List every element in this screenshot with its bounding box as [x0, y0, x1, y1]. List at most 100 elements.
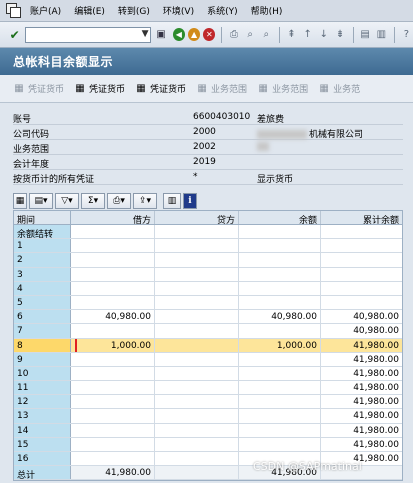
cell-cumulative[interactable]: 41,980.00 — [321, 353, 402, 366]
cell-period[interactable]: 11 — [14, 381, 71, 395]
cell-balance[interactable]: 40,980.00 — [239, 310, 321, 324]
chevron-down-icon[interactable]: ▼ — [142, 29, 149, 39]
cell-balance[interactable] — [239, 437, 321, 451]
cell-cumulative[interactable]: 41,980.00 — [321, 381, 402, 394]
cell-cumulative[interactable] — [321, 239, 402, 252]
cell-balance[interactable] — [239, 409, 321, 423]
cell-debit[interactable] — [71, 395, 155, 409]
cell-balance[interactable] — [239, 366, 321, 381]
cell-credit[interactable] — [155, 452, 239, 466]
cell-debit[interactable] — [71, 295, 155, 310]
table-row[interactable]: 7 40,980.00 — [14, 324, 402, 339]
cell-credit[interactable] — [155, 466, 239, 480]
cell-period[interactable]: 4 — [14, 281, 71, 295]
table-row[interactable]: 2 — [14, 253, 402, 268]
cell-debit[interactable] — [71, 281, 155, 295]
cell-balance[interactable] — [239, 253, 321, 267]
cell-cumulative[interactable] — [321, 253, 402, 266]
cell-credit[interactable] — [155, 395, 239, 409]
table-row[interactable]: 4 — [14, 281, 402, 296]
cell-credit[interactable] — [155, 267, 239, 281]
cell-period[interactable]: 15 — [14, 437, 71, 451]
cell-debit[interactable] — [71, 409, 155, 423]
last-page-icon[interactable]: ⇟ — [333, 28, 346, 42]
cell-balance[interactable] — [239, 239, 321, 253]
cell-cumulative[interactable]: 41,980.00 — [321, 409, 402, 422]
cell-debit[interactable] — [71, 324, 155, 338]
cell-cumulative[interactable] — [321, 225, 402, 238]
save-icon[interactable]: ▣ — [155, 28, 168, 42]
command-field[interactable]: ▼ — [25, 26, 151, 43]
cell-cumulative[interactable]: 41,980.00 — [321, 424, 402, 437]
table-row[interactable]: 14 41,980.00 — [14, 423, 402, 438]
cell-period[interactable]: 12 — [14, 395, 71, 409]
help-icon[interactable]: ? — [400, 28, 413, 42]
table-row[interactable]: 13 41,980.00 — [14, 409, 402, 424]
cell-balance[interactable] — [239, 381, 321, 395]
shortcut-icon[interactable]: ▥ — [375, 28, 388, 42]
cell-debit[interactable] — [71, 267, 155, 281]
table-row[interactable]: 8 1,000.00 1,000.00 41,980.00 — [14, 338, 402, 353]
cell-period[interactable]: 9 — [14, 352, 71, 366]
table-row[interactable]: 1 — [14, 239, 402, 254]
menu-help[interactable]: 帮助(H) — [251, 4, 283, 17]
cell-debit[interactable] — [71, 352, 155, 366]
cell-debit[interactable] — [71, 239, 155, 253]
cell-credit[interactable] — [155, 324, 239, 338]
cell-cumulative[interactable]: 40,980.00 — [321, 310, 402, 323]
cell-period[interactable]: 10 — [14, 366, 71, 381]
cell-cumulative[interactable]: 41,980.00 — [321, 395, 402, 408]
cell-balance[interactable] — [239, 395, 321, 409]
cell-balance[interactable] — [239, 225, 321, 239]
cell-credit[interactable] — [155, 295, 239, 310]
cell-period[interactable]: 8 — [14, 338, 71, 352]
menu-goto[interactable]: 转到(G) — [118, 4, 150, 17]
business-area-button-3[interactable]: ▦ 业务范 — [318, 82, 360, 95]
document-currency-button-2[interactable]: ▦ 凭证货币 — [135, 82, 186, 95]
column-header-cumulative[interactable]: 累计余额 — [321, 211, 402, 226]
cell-debit[interactable] — [71, 381, 155, 395]
table-row[interactable]: 15 41,980.00 — [14, 437, 402, 452]
export-icon[interactable]: ⇪▾ — [133, 192, 157, 209]
find-next-icon[interactable]: ⌕ — [260, 28, 273, 42]
cell-balance[interactable] — [239, 267, 321, 281]
details-icon[interactable]: ▦ — [13, 192, 27, 209]
table-row[interactable]: 6 40,980.00 40,980.00 40,980.00 — [14, 310, 402, 325]
cell-debit[interactable]: 40,980.00 — [71, 310, 155, 324]
cell-credit[interactable] — [155, 409, 239, 423]
exit-icon[interactable]: ▲ — [187, 28, 201, 41]
print-icon[interactable]: ⎙ — [227, 28, 240, 42]
previous-page-icon[interactable]: ↑ — [301, 28, 314, 42]
cell-cumulative[interactable] — [321, 282, 402, 295]
column-header-debit[interactable]: 借方 — [71, 211, 155, 226]
cell-period[interactable]: 14 — [14, 423, 71, 437]
table-row[interactable]: 11 41,980.00 — [14, 381, 402, 396]
menu-system[interactable]: 系统(Y) — [207, 4, 238, 17]
cell-cumulative[interactable]: 41,980.00 — [321, 339, 402, 352]
back-icon[interactable]: ◀ — [172, 28, 185, 41]
column-header-credit[interactable]: 贷方 — [155, 211, 239, 226]
cell-cumulative[interactable]: 41,980.00 — [321, 367, 402, 380]
cell-credit[interactable] — [155, 253, 239, 267]
cell-period[interactable]: 6 — [14, 310, 71, 324]
cell-credit[interactable] — [155, 281, 239, 295]
table-row[interactable]: 12 41,980.00 — [14, 395, 402, 410]
menu-account[interactable]: 账户(A) — [30, 4, 61, 17]
filter-icon[interactable]: ▽▾ — [55, 192, 79, 209]
table-row[interactable]: 5 — [14, 295, 402, 311]
cell-period[interactable]: 总计 — [14, 466, 71, 480]
cell-balance[interactable] — [239, 295, 321, 310]
cell-debit[interactable] — [71, 253, 155, 267]
cell-credit[interactable] — [155, 423, 239, 437]
cell-cumulative[interactable]: 40,980.00 — [321, 324, 402, 337]
sort-ascending-icon[interactable]: ▤▾ — [29, 192, 53, 209]
cell-balance[interactable] — [239, 324, 321, 338]
cancel-icon[interactable]: ✕ — [203, 28, 216, 41]
cell-credit[interactable] — [155, 352, 239, 366]
cell-debit[interactable] — [71, 366, 155, 381]
cell-balance[interactable] — [239, 352, 321, 366]
cell-credit[interactable] — [155, 366, 239, 381]
menu-edit[interactable]: 编辑(E) — [74, 4, 105, 17]
layout-icon[interactable]: ▥ — [163, 192, 181, 209]
table-row[interactable]: 9 41,980.00 — [14, 352, 402, 367]
